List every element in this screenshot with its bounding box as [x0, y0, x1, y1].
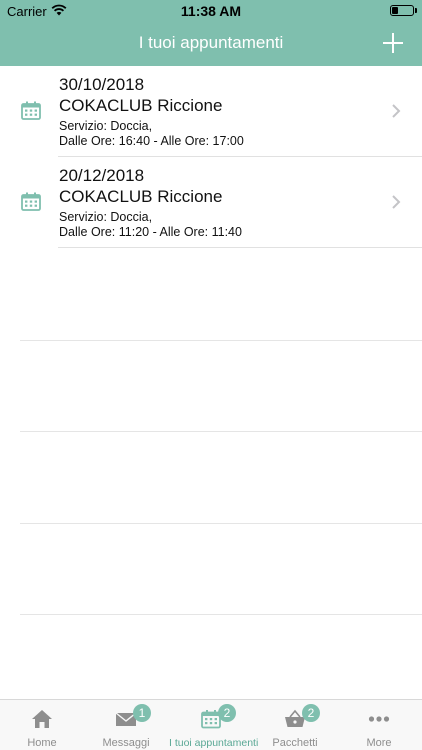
- tab-messaggi[interactable]: 1 Messaggi: [84, 700, 168, 750]
- tab-label: I tuoi appuntamenti: [169, 737, 259, 749]
- tab-bar: Home 1 Messaggi 2 I tuoi appuntamenti 2 …: [0, 699, 422, 750]
- appointment-times: Dalle Ore: 16:40 - Alle Ore: 17:00: [59, 134, 244, 148]
- appointment-times: Dalle Ore: 11:20 - Alle Ore: 11:40: [59, 225, 242, 239]
- status-bar: Carrier 11:38 AM: [0, 0, 422, 22]
- calendar-icon: [21, 192, 41, 211]
- empty-row-separator: [20, 340, 422, 341]
- battery-tip: [415, 8, 417, 13]
- appointment-place: COKACLUB Riccione: [59, 96, 223, 115]
- tab-pacchetti[interactable]: 2 Pacchetti: [253, 700, 337, 750]
- tab-home[interactable]: Home: [0, 700, 84, 750]
- chevron-right-icon: [392, 195, 401, 209]
- tab-label: More: [366, 737, 392, 749]
- appointment-service: Servizio: Doccia,: [59, 119, 153, 133]
- tab-label: Home: [27, 737, 57, 749]
- home-icon: [32, 710, 52, 728]
- notification-badge: 2: [218, 704, 236, 722]
- empty-row-separator: [20, 523, 422, 524]
- empty-row-separator: [20, 614, 422, 615]
- tab-label: Pacchetti: [272, 737, 318, 749]
- tab-appuntamenti[interactable]: 2 I tuoi appuntamenti: [169, 700, 259, 750]
- more-dots-icon: [368, 716, 390, 722]
- appointment-row[interactable]: 20/12/2018 COKACLUB Riccione Servizio: D…: [0, 157, 422, 248]
- navigation-header: Carrier 11:38 AM I tuoi appuntamenti: [0, 0, 422, 66]
- page-title: I tuoi appuntamenti: [138, 33, 284, 52]
- empty-row-separator: [20, 431, 422, 432]
- tab-more[interactable]: More: [337, 700, 421, 750]
- appointment-date: 20/12/2018: [59, 166, 145, 185]
- calendar-icon: [21, 101, 41, 120]
- appointments-list: 30/10/2018 COKACLUB Riccione Servizio: D…: [0, 66, 422, 248]
- chevron-right-icon: [392, 104, 401, 118]
- appointment-date: 30/10/2018: [59, 75, 145, 94]
- appointment-place: COKACLUB Riccione: [59, 187, 223, 206]
- status-time: 11:38 AM: [180, 3, 242, 19]
- notification-badge: 2: [302, 704, 320, 722]
- appointment-service: Servizio: Doccia,: [59, 210, 153, 224]
- battery-icon: [390, 5, 414, 16]
- appointment-row[interactable]: 30/10/2018 COKACLUB Riccione Servizio: D…: [0, 66, 422, 157]
- tab-label: Messaggi: [102, 737, 150, 749]
- add-appointment-button[interactable]: [380, 30, 406, 56]
- notification-badge: 1: [133, 704, 151, 722]
